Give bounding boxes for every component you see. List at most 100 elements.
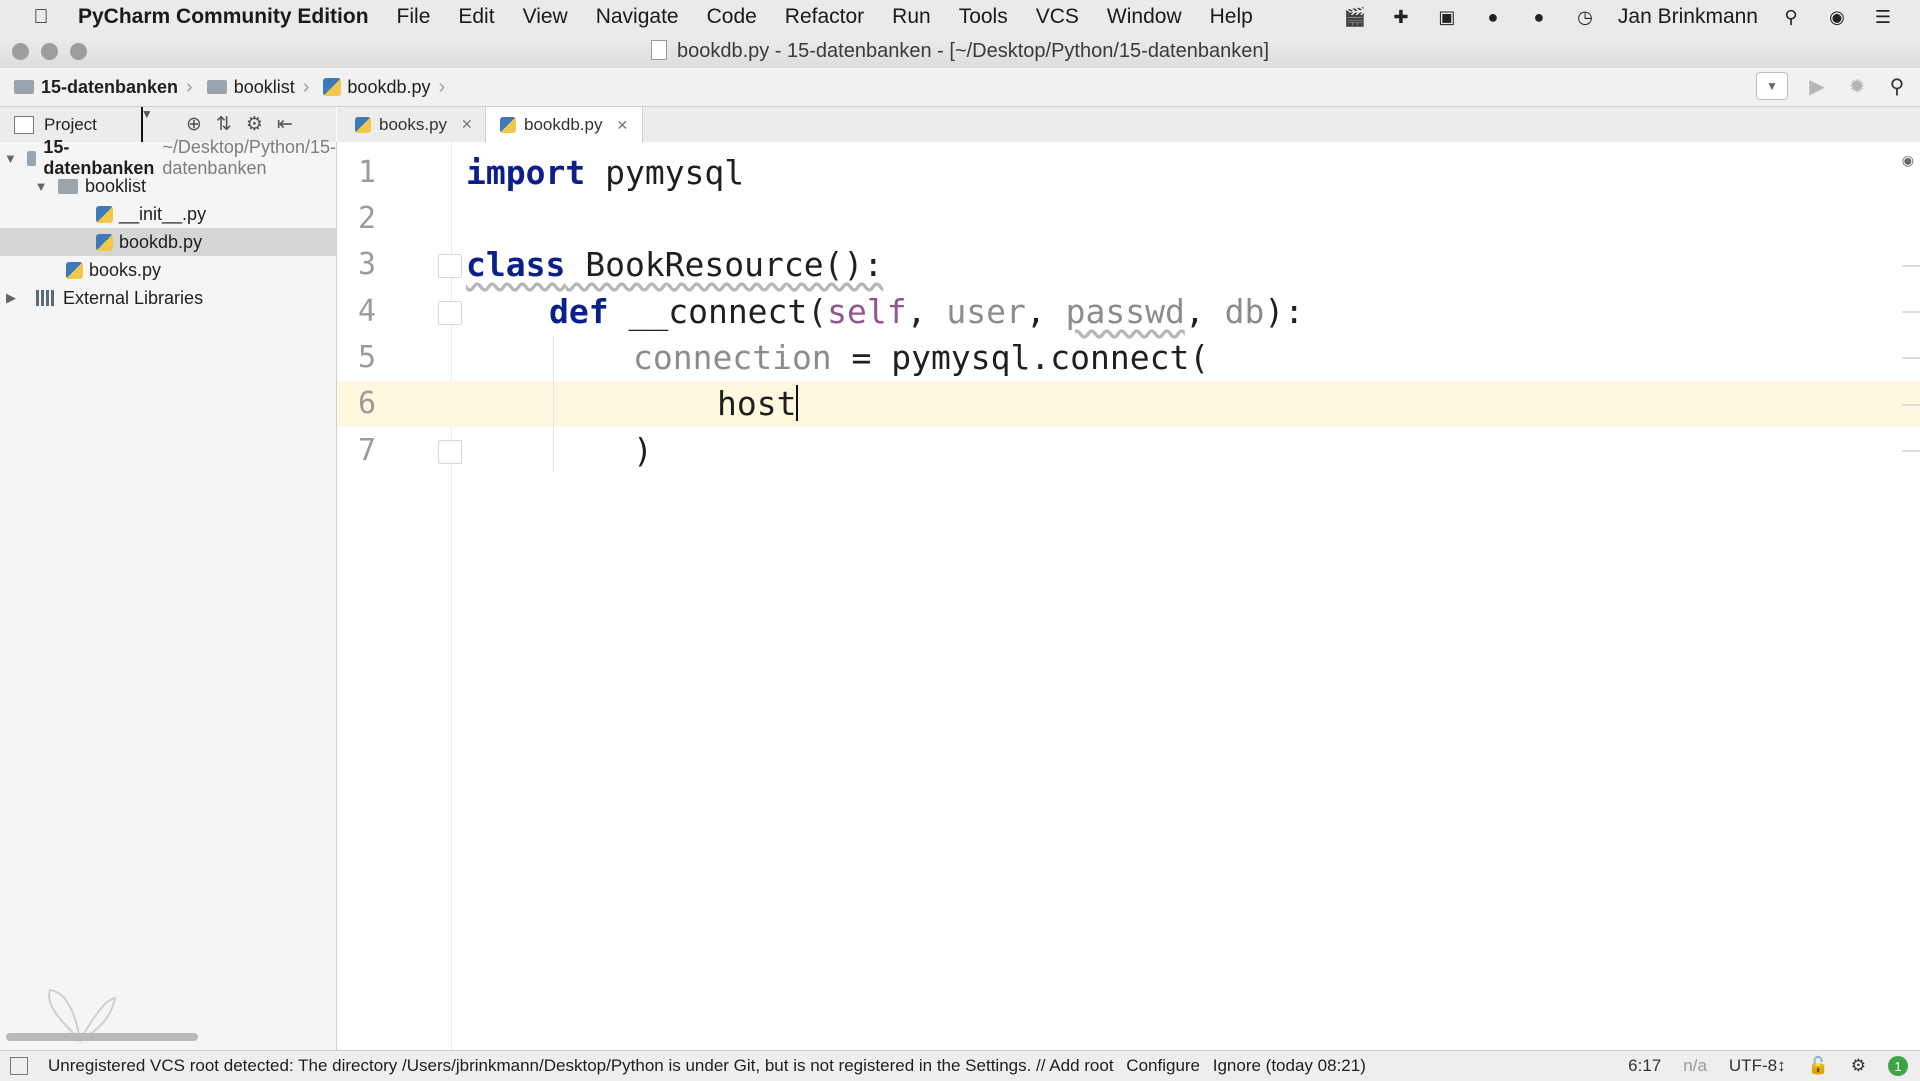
expand-arrow-icon[interactable]: ▼ (34, 179, 48, 194)
expand-arrow-icon[interactable]: ▼ (4, 151, 17, 166)
tree-node-init-py[interactable]: __init__.py (0, 200, 336, 228)
code-line-6: host (717, 381, 799, 427)
tab-label: books.py (379, 114, 448, 134)
unused-param-token: db (1224, 292, 1265, 331)
breadcrumb-project-label: 15-datenbanken (41, 76, 179, 97)
tool-windows-toggle-icon[interactable] (10, 1057, 28, 1075)
time-machine-icon[interactable]: ◷ (1572, 6, 1598, 28)
menu-view[interactable]: View (509, 5, 582, 29)
error-stripe-mark[interactable] (1902, 357, 1920, 359)
file-encoding[interactable]: UTF-8↕ (1729, 1056, 1786, 1076)
apple-menu-icon[interactable]:  (24, 6, 58, 29)
lock-icon[interactable]: 🔓 (1808, 1056, 1829, 1076)
macos-menu-bar:  PyCharm Community Edition File Edit Vi… (0, 0, 1920, 35)
menu-file[interactable]: File (383, 5, 445, 29)
tree-node-external-libraries[interactable]: ▶ External Libraries (0, 284, 336, 312)
tree-node-bookdb-py[interactable]: bookdb.py (0, 228, 336, 256)
gear-icon[interactable]: ⚙ (246, 113, 263, 136)
user-name[interactable]: Jan Brinkmann (1618, 5, 1758, 29)
window-title: bookdb.py - 15-datenbanken - [~/Desktop/… (0, 34, 1920, 68)
code-token: , (906, 292, 947, 331)
debug-icon[interactable]: ✹ (1846, 74, 1868, 99)
error-stripe-mark[interactable] (1902, 265, 1920, 267)
python-file-icon (355, 116, 371, 133)
breadcrumb-separator: › (438, 75, 446, 98)
tree-node-label: bookdb.py (119, 231, 203, 252)
error-stripe-mark[interactable] (1902, 404, 1920, 406)
tab-label: bookdb.py (524, 115, 603, 134)
folder-icon (206, 80, 227, 94)
unused-param-token: user (946, 292, 1026, 331)
menu-help[interactable]: Help (1196, 5, 1267, 29)
locate-file-icon[interactable]: ⊕ (186, 113, 202, 136)
tree-node-label: books.py (89, 259, 162, 280)
breadcrumb-file[interactable]: bookdb.py › (323, 76, 445, 99)
menu-edit[interactable]: Edit (444, 5, 508, 29)
menu-run[interactable]: Run (878, 5, 945, 29)
code-token: BookResource(): (565, 245, 884, 284)
code-line-5: connection = pymysql.connect( (633, 335, 1209, 381)
document-icon (650, 40, 667, 60)
folder-icon (26, 150, 37, 166)
code-token: ): (1264, 292, 1305, 331)
code-token: __connect( (608, 292, 828, 331)
menu-refactor[interactable]: Refactor (771, 5, 878, 29)
breadcrumb-separator: › (302, 75, 310, 98)
tree-horizontal-scrollbar[interactable] (6, 1033, 198, 1041)
configure-link[interactable]: Configure (1126, 1056, 1200, 1075)
tab-bookdb-py[interactable]: bookdb.py ✕ (485, 107, 644, 143)
keyword-token: def (549, 292, 609, 331)
tree-node-project-root[interactable]: ▼ 15-datenbanken ~/Desktop/Python/15-dat… (0, 137, 336, 178)
breadcrumb-project[interactable]: 15-datenbanken › (14, 76, 193, 99)
project-tree: ▼ 15-datenbanken ~/Desktop/Python/15-dat… (0, 137, 337, 1050)
menu-window[interactable]: Window (1093, 5, 1196, 29)
menu-navigate[interactable]: Navigate (582, 5, 693, 29)
caret-position[interactable]: 6:17 (1628, 1056, 1661, 1076)
menu-code[interactable]: Code (693, 5, 771, 29)
expand-arrow-icon[interactable]: ▶ (4, 290, 18, 306)
siri-icon[interactable]: ◉ (1824, 6, 1850, 28)
breadcrumb-folder[interactable]: booklist › (206, 75, 310, 99)
error-stripe-mark[interactable] (1902, 450, 1920, 452)
window-title-bar: bookdb.py - 15-datenbanken - [~/Desktop/… (0, 34, 1920, 69)
run-configuration-dropdown[interactable]: ▼ (1756, 72, 1788, 100)
clapperboard-icon[interactable]: 🎬 (1342, 6, 1368, 28)
close-tab-icon[interactable]: ✕ (616, 117, 628, 134)
project-view-selector[interactable]: Project (44, 115, 97, 135)
ignore-link[interactable]: Ignore (today 08:21) (1213, 1056, 1366, 1075)
run-icon[interactable]: ▶ (1806, 74, 1828, 99)
code-token: , (1184, 292, 1225, 331)
unused-param-token: passwd (1065, 292, 1185, 331)
tree-node-books-py[interactable]: books.py (0, 256, 336, 284)
app-menu[interactable]: PyCharm Community Edition (78, 5, 369, 29)
menu-vcs[interactable]: VCS (1022, 5, 1093, 29)
notification-center-icon[interactable]: ☰ (1870, 6, 1896, 28)
chat-icon[interactable]: ● (1526, 6, 1552, 28)
menu-list: File Edit View Navigate Code Refactor Ru… (383, 5, 1267, 29)
collapse-all-icon[interactable]: ⇅ (216, 113, 232, 136)
leaf-icon[interactable]: ● (1480, 6, 1506, 28)
window-title-text: bookdb.py - 15-datenbanken - [~/Desktop/… (676, 40, 1270, 62)
plus-cross-icon[interactable]: ✚ (1388, 6, 1414, 28)
error-stripe-mark[interactable] (1902, 311, 1920, 313)
eye-icon[interactable]: ◉ (1902, 152, 1914, 169)
menu-extras: 🎬 ✚ ▣ ● ● ◷ Jan Brinkmann ⚲ ◉ ☰ (1342, 0, 1896, 34)
inspector-icon[interactable]: ⚙ (1851, 1056, 1866, 1076)
fold-toggle[interactable] (438, 440, 462, 464)
fold-toggle[interactable] (438, 301, 462, 325)
spotlight-search-icon[interactable]: ⚲ (1778, 6, 1804, 28)
fold-toggle[interactable] (438, 254, 462, 278)
search-everywhere-icon[interactable]: ⚲ (1886, 74, 1908, 99)
python-file-icon (66, 261, 83, 279)
line-separator-indicator[interactable]: n/a (1683, 1056, 1707, 1076)
tab-books-py[interactable]: books.py ✕ (341, 107, 487, 142)
tree-node-label: External Libraries (63, 287, 204, 308)
run-toolbar: ▼ ▶ ✹ ⚲ (1756, 72, 1908, 100)
menu-tools[interactable]: Tools (945, 5, 1022, 29)
camera-icon[interactable]: ▣ (1434, 6, 1460, 28)
close-tab-icon[interactable]: ✕ (461, 116, 473, 133)
hide-panel-icon[interactable]: ⇤ (277, 113, 293, 136)
tree-node-booklist[interactable]: ▼ booklist (0, 172, 336, 200)
event-log-badge[interactable]: 1 (1888, 1056, 1908, 1076)
line-number: 3 (357, 247, 377, 282)
